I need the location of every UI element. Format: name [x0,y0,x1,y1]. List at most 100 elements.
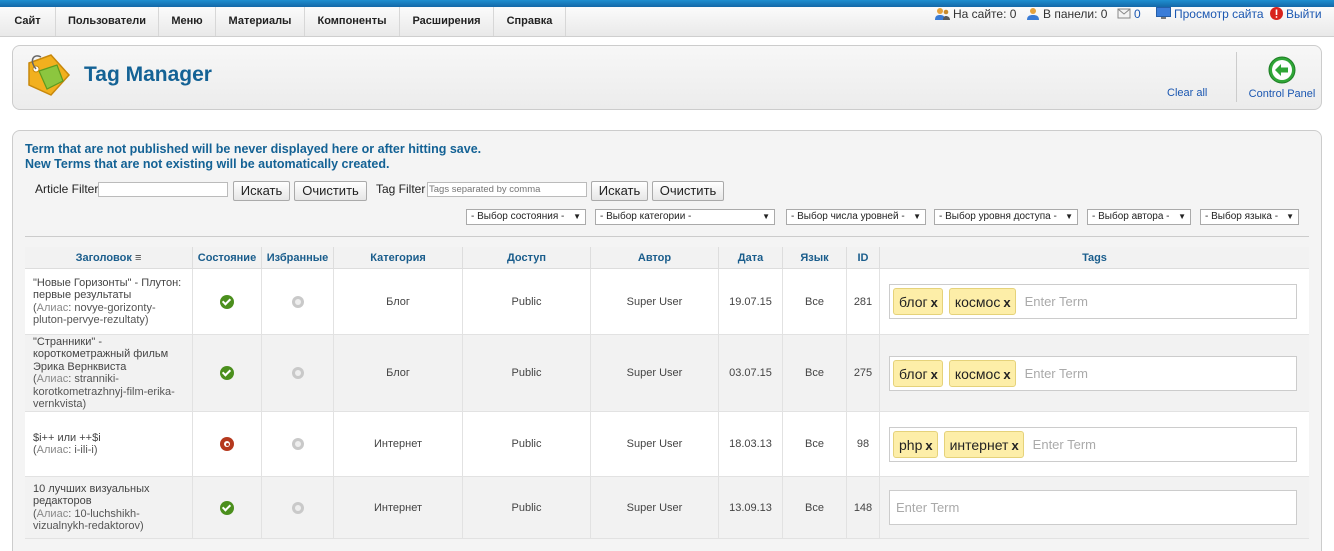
featured-toggle-icon[interactable] [291,438,304,450]
enter-term-input[interactable]: Enter Term [1025,294,1088,309]
filter-divider [25,236,1309,237]
article-search-button[interactable]: Искать [233,181,290,201]
remove-tag-icon[interactable]: x [931,295,938,310]
author-value: Super User [626,438,683,450]
dropdown-arrow-icon: ▼ [762,212,770,221]
remove-tag-icon[interactable]: x [931,367,938,382]
info-line-2: New Terms that are not existing will be … [25,157,390,171]
title-wrap: $i++ или ++$i (Алиас: i-ili-i) [33,432,101,457]
table-header-row: Заголовок ≡ Состояние Избранные Категори… [25,247,1309,269]
tag-filter-label: Tag Filter [376,182,426,196]
col-author-header[interactable]: Автор [591,247,719,269]
category-value: Блог [386,295,410,308]
id-value: 281 [853,295,873,308]
id-value: 275 [853,367,873,379]
menu-extensions[interactable]: Расширения [400,7,494,36]
featured-toggle-icon[interactable] [291,367,304,379]
col-id-header[interactable]: ID [847,247,880,269]
cell-title: $i++ или ++$i (Алиас: i-ili-i) [25,412,193,476]
enter-term-input[interactable]: Enter Term [896,500,959,515]
tag-chip-label: космос [954,294,1001,310]
cell-tags: блог x космос x Enter Term [880,269,1309,334]
col-state-header[interactable]: Состояние [193,247,262,269]
cell-language: Все [783,477,847,538]
cell-tags: php x интернет x Enter Term [880,412,1309,476]
col-date-header[interactable]: Дата [719,247,783,269]
menu-help[interactable]: Справка [494,7,566,36]
state-select[interactable]: - Выбор состояния - ▼ [466,209,586,225]
cell-language: Все [783,335,847,411]
menu-content[interactable]: Материалы [216,7,305,36]
article-title-link[interactable]: "Новые Горизонты" - Плутон: первые резул… [33,277,184,302]
remove-tag-icon[interactable]: x [1003,367,1010,382]
level-select[interactable]: - Выбор числа уровней - ▼ [786,209,926,225]
cell-title: "Странники" - короткометражный фильм Эри… [25,335,193,411]
access-value: Public [511,438,542,450]
remove-tag-icon[interactable]: x [925,438,932,453]
author-value: Super User [626,367,683,379]
dropdown-arrow-icon: ▼ [573,212,581,221]
remove-tag-icon[interactable]: x [1003,295,1010,310]
clear-all-button[interactable]: Clear all [1167,87,1207,99]
cell-id: 281 [847,269,880,334]
col-access-header[interactable]: Доступ [463,247,591,269]
article-filter-input[interactable] [98,182,228,197]
access-select[interactable]: - Выбор уровня доступа - ▼ [934,209,1078,225]
cell-category: Блог [334,269,463,334]
remove-tag-icon[interactable]: x [1011,438,1018,453]
article-title-link[interactable]: 10 лучших визуальных редакторов [33,483,184,508]
tag-chip: блог x [893,359,943,387]
menu-site[interactable]: Сайт [0,7,56,36]
messages-status[interactable]: 0 [1117,7,1141,22]
alias-value: i-ili-i [74,444,94,456]
online-site-status: На сайте: 0 [935,7,1016,23]
article-alias: (Алиас: stranniki-korotkometrazhnyj-film… [33,373,175,410]
menu-components[interactable]: Компоненты [305,7,400,36]
cell-featured [262,477,334,538]
logout-link[interactable]: Выйти [1270,7,1322,23]
featured-toggle-icon[interactable] [291,295,304,308]
view-site-link[interactable]: Просмотр сайта [1156,7,1264,22]
tag-filter-input[interactable] [427,182,587,197]
published-check-icon[interactable] [220,294,234,309]
tag-input-box[interactable]: php x интернет x Enter Term [889,426,1297,462]
dropdown-arrow-icon: ▼ [913,212,921,221]
tag-search-button[interactable]: Искать [591,181,648,201]
author-select[interactable]: - Выбор автора - ▼ [1087,209,1191,225]
enter-term-input[interactable]: Enter Term [1025,366,1088,381]
page-title: Tag Manager [84,63,212,86]
tag-clear-button[interactable]: Очистить [652,181,724,201]
article-title-link[interactable]: $i++ или ++$i [33,432,101,445]
article-clear-button[interactable]: Очистить [294,181,367,201]
language-select[interactable]: - Выбор языка - ▼ [1200,209,1299,225]
cell-title: "Новые Горизонты" - Плутон: первые резул… [25,269,193,334]
control-panel-button[interactable]: Control Panel [1247,56,1317,101]
title-wrap: "Странники" - короткометражный фильм Эри… [33,336,184,411]
tag-input-box[interactable]: блог x космос x Enter Term [889,284,1297,319]
tag-input-box[interactable]: блог x космос x Enter Term [889,355,1297,391]
enter-term-input[interactable]: Enter Term [1033,437,1096,452]
id-value: 148 [853,501,873,514]
article-title-link[interactable]: "Странники" - короткометражный фильм Эри… [33,336,184,374]
menu-users[interactable]: Пользователи [56,7,159,36]
cell-access: Public [463,269,591,334]
info-line-1: Term that are not published will be neve… [25,142,482,156]
cell-category: Блог [334,335,463,411]
col-category-header[interactable]: Категория [334,247,463,269]
toolbar-header: Tag Manager Clear all Control Panel [12,45,1322,110]
menu-menus[interactable]: Меню [159,7,216,36]
tag-input-box[interactable]: Enter Term [889,490,1297,525]
category-select[interactable]: - Выбор категории - ▼ [595,209,775,225]
tag-chip: php x [893,430,938,458]
admin-user-icon [1027,7,1040,23]
col-featured-header[interactable]: Избранные [262,247,334,269]
published-check-icon[interactable] [220,500,234,515]
author-value: Super User [626,295,683,308]
published-check-icon[interactable] [220,366,234,380]
col-language-header[interactable]: Язык [783,247,847,269]
featured-toggle-icon[interactable] [291,501,304,514]
col-title-header[interactable]: Заголовок ≡ [25,247,193,269]
unpublished-icon[interactable] [220,437,234,451]
monitor-icon [1156,7,1171,22]
cell-language: Все [783,269,847,334]
